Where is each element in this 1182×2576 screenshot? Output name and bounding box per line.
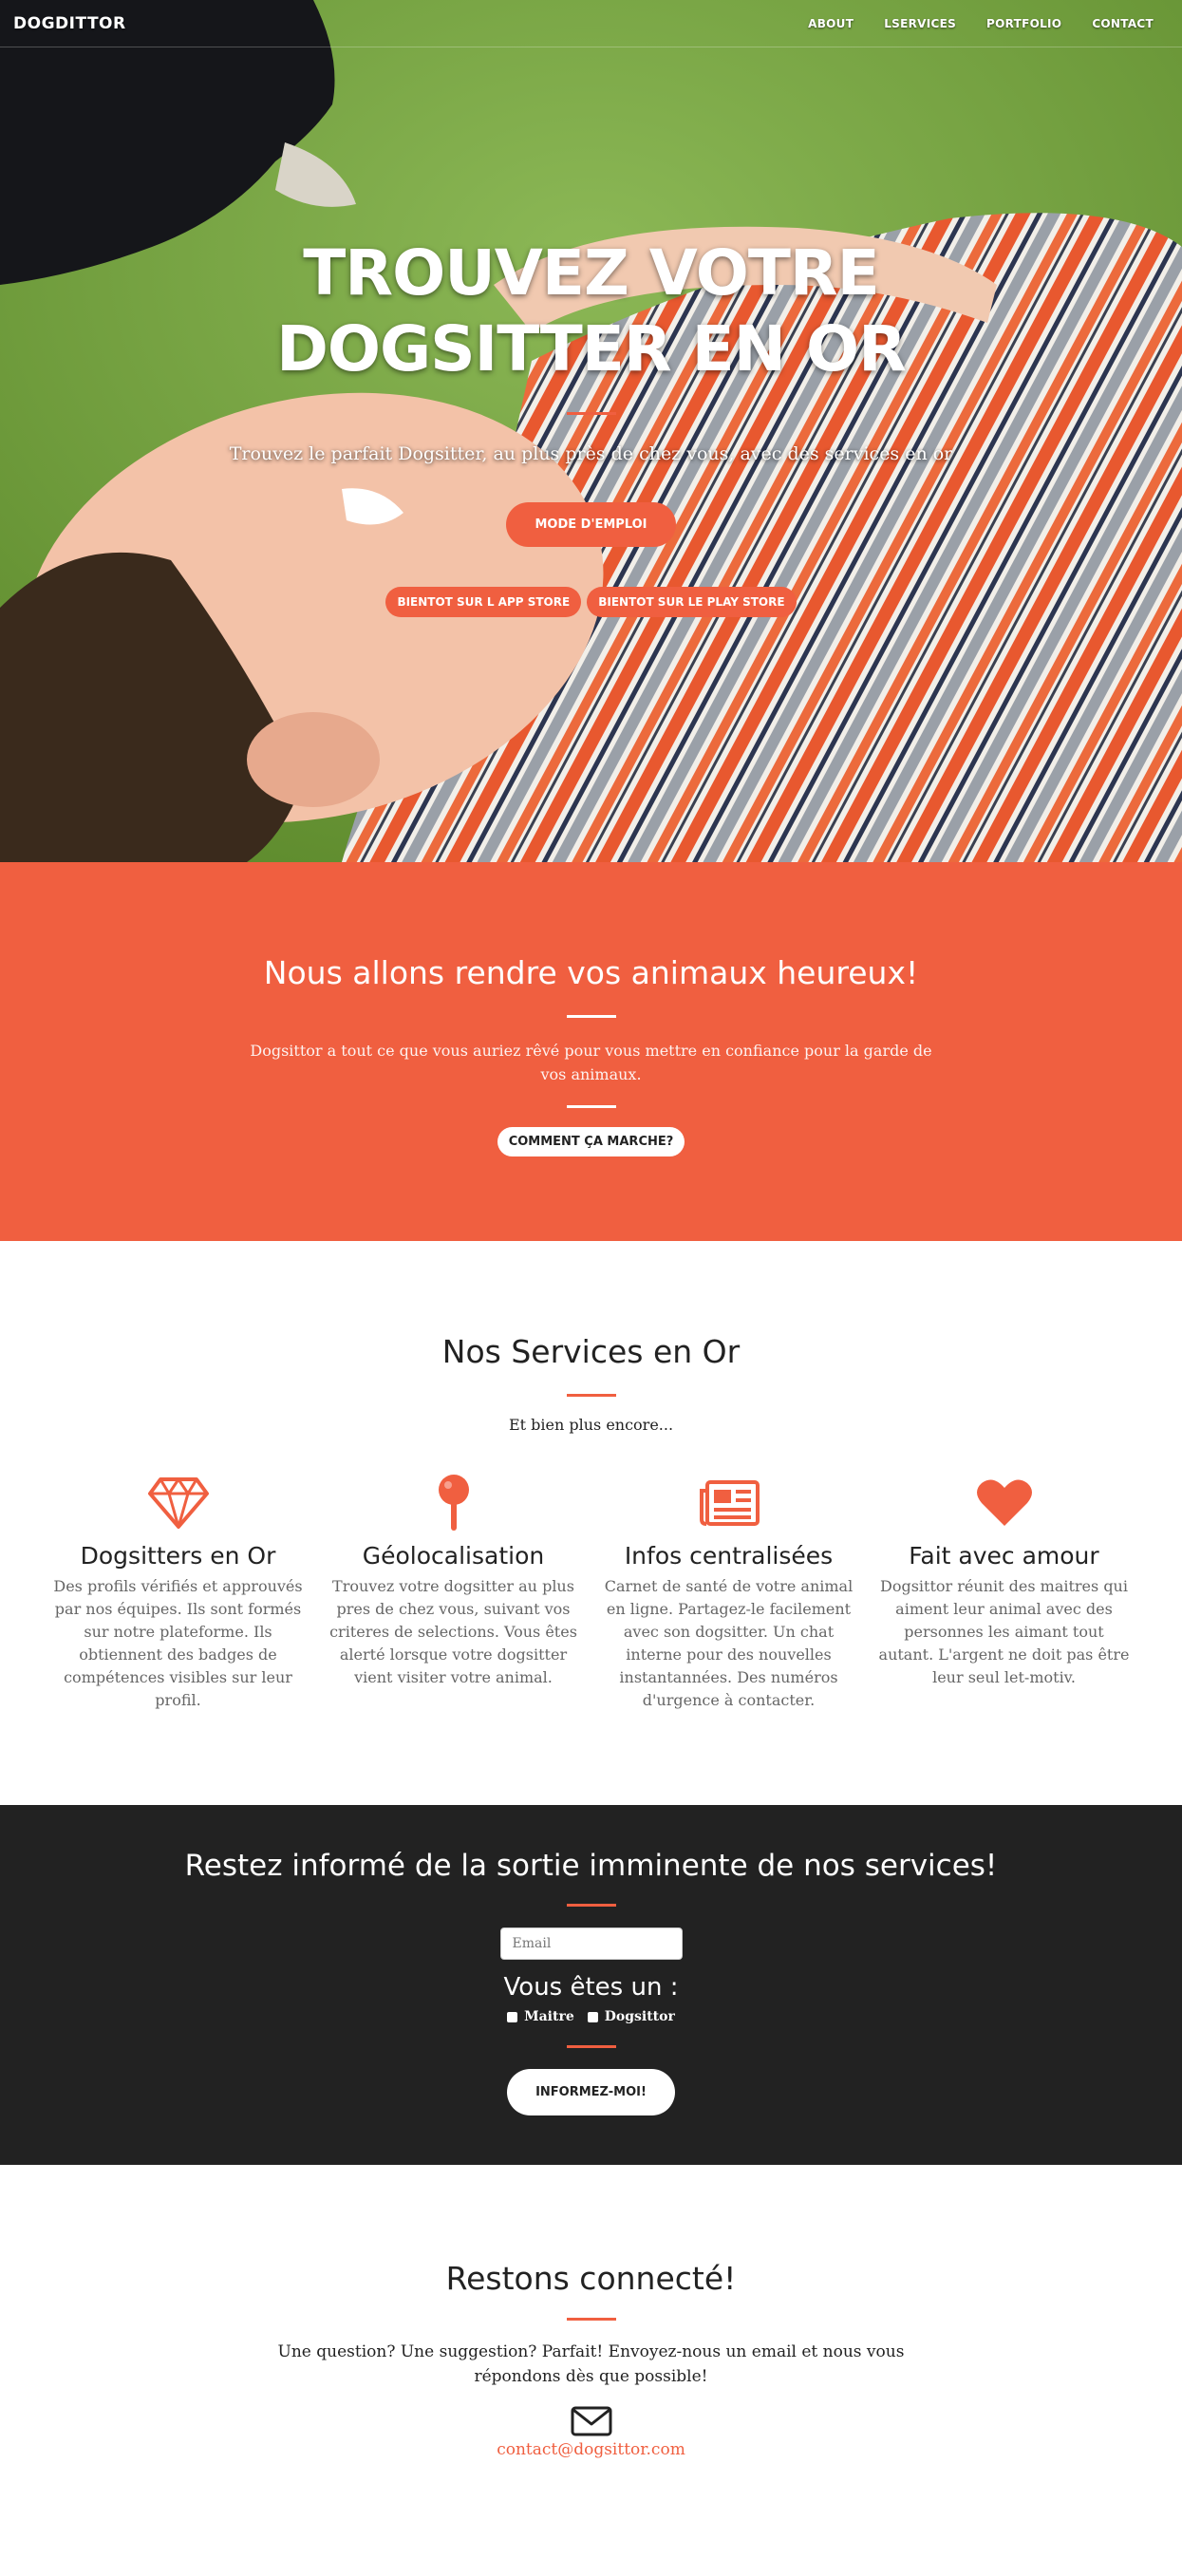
service-title: Géolocalisation xyxy=(362,1542,545,1570)
about-divider-2 xyxy=(566,1105,616,1108)
services-subtitle: Et bien plus encore... xyxy=(508,1416,674,1434)
contact-email-link[interactable]: contact@dogsittor.com xyxy=(497,2440,685,2459)
hero-content: TROUVEZ VOTRE DOGSITTER EN OR Trouvez le… xyxy=(0,0,1182,617)
map-pin-icon xyxy=(438,1475,469,1531)
dogsittor-label: Dogsittor xyxy=(604,2009,675,2024)
about-section: Nous allons rendre vos animaux heureux! … xyxy=(0,862,1182,1241)
newsletter-title: Restez informé de la sortie imminente de… xyxy=(184,1849,998,1883)
contact-section: Restons connecté! Une question? Une sugg… xyxy=(0,2165,1182,2576)
service-item: Infos centralisées Carnet de santé de vo… xyxy=(600,1474,858,1712)
service-text: Dogsittor réunit des maitres qui aiment … xyxy=(878,1577,1130,1686)
service-text: Trouvez votre dogsitter au plus pres de … xyxy=(329,1577,577,1686)
services-section: Nos Services en Or Et bien plus encore..… xyxy=(0,1241,1182,1805)
role-options: Maitre Dogsittor xyxy=(0,2009,1182,2024)
play-store-button[interactable]: BIENTOT SUR LE PLAY STORE xyxy=(587,587,797,617)
services-title: Nos Services en Or xyxy=(441,1333,741,1370)
maitre-option[interactable]: Maitre xyxy=(507,2009,574,2024)
service-item: Dogsitters en Or Des profils vérifiés et… xyxy=(49,1474,308,1712)
nav-link-portfolio[interactable]: PORTFOLIO xyxy=(971,17,1077,30)
top-navbar: DOGDITTOR ABOUT LSERVICES PORTFOLIO CONT… xyxy=(0,0,1182,47)
service-text: Des profils vérifiés et approuvés par no… xyxy=(53,1577,303,1709)
envelope-icon xyxy=(571,2406,611,2436)
how-it-works-button[interactable]: COMMENT ÇA MARCHE? xyxy=(497,1127,685,1156)
maitre-label: Maitre xyxy=(524,2009,574,2024)
nav-links: ABOUT LSERVICES PORTFOLIO CONTACT xyxy=(793,17,1169,30)
newsletter-divider-2 xyxy=(566,2045,616,2048)
service-item: Fait avec amour Dogsittor réunit des mai… xyxy=(875,1474,1134,1712)
service-item: Géolocalisation Trouvez votre dogsitter … xyxy=(325,1474,583,1712)
maitre-checkbox[interactable] xyxy=(507,2011,518,2022)
about-title: Nous allons rendre vos animaux heureux! xyxy=(263,954,919,991)
about-divider xyxy=(566,1015,616,1018)
role-title: Vous êtes un : xyxy=(503,1973,679,2002)
service-title: Infos centralisées xyxy=(624,1542,834,1570)
nav-link-contact[interactable]: CONTACT xyxy=(1077,17,1169,30)
hero-section: TROUVEZ VOTRE DOGSITTER EN OR Trouvez le… xyxy=(0,0,1182,862)
mode-emploi-button[interactable]: MODE D'EMPLOI xyxy=(506,502,676,547)
newsletter-divider xyxy=(566,1904,616,1907)
nav-link-about[interactable]: ABOUT xyxy=(793,17,869,30)
service-text: Carnet de santé de votre animal en ligne… xyxy=(604,1577,854,1709)
inform-me-button[interactable]: INFORMEZ-MOI! xyxy=(507,2069,675,2115)
service-title: Dogsitters en Or xyxy=(80,1542,276,1570)
nav-link-services[interactable]: LSERVICES xyxy=(869,17,971,30)
service-title: Fait avec amour xyxy=(909,1542,1099,1570)
app-store-button[interactable]: BIENTOT SUR L APP STORE xyxy=(385,587,582,617)
email-input[interactable] xyxy=(499,1927,683,1960)
store-buttons: BIENTOT SUR L APP STORE BIENTOT SUR LE P… xyxy=(0,587,1182,617)
hero-divider xyxy=(566,412,616,415)
dogsittor-option[interactable]: Dogsittor xyxy=(587,2009,675,2024)
newspaper-icon xyxy=(699,1480,760,1526)
heart-icon xyxy=(976,1479,1032,1526)
hero-title: TROUVEZ VOTRE DOGSITTER EN OR xyxy=(276,236,907,385)
dogsittor-checkbox[interactable] xyxy=(587,2011,598,2022)
brand-logo[interactable]: DOGDITTOR xyxy=(13,14,126,33)
hero-subtitle: Trouvez le parfait Dogsitter, au plus pr… xyxy=(229,443,953,464)
contact-divider xyxy=(566,2318,616,2321)
contact-text: Une question? Une suggestion? Parfait! E… xyxy=(277,2342,905,2386)
newsletter-section: Restez informé de la sortie imminente de… xyxy=(0,1805,1182,2165)
about-text: Dogsittor a tout ce que vous auriez rêvé… xyxy=(250,1042,932,1083)
services-list: Dogsitters en Or Des profils vérifiés et… xyxy=(0,1474,1182,1712)
contact-title: Restons connecté! xyxy=(445,2260,737,2297)
diamond-icon xyxy=(147,1477,209,1529)
services-divider xyxy=(566,1394,616,1397)
